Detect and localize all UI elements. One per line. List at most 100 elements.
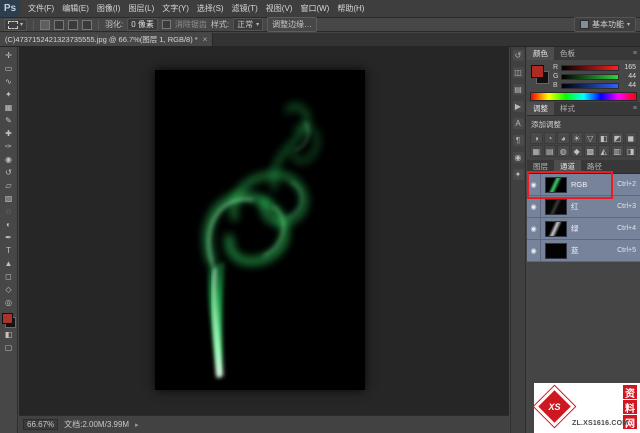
menu-edit[interactable]: 编辑(E) [58, 0, 93, 17]
panel-menu-icon[interactable]: ≡ [630, 105, 640, 112]
zoom-tool[interactable]: ◎ [1, 296, 17, 309]
menu-select[interactable]: 选择(S) [193, 0, 228, 17]
close-icon[interactable]: × [203, 35, 208, 44]
clone-source-panel-icon[interactable]: ◉ [512, 152, 524, 163]
panel-menu-icon[interactable]: ≡ [630, 50, 640, 57]
zoom-level-field[interactable]: 66.67% [23, 419, 59, 430]
adjustment-icon[interactable]: ▦ [530, 145, 543, 157]
paragraph-panel-icon[interactable]: ¶ [512, 135, 524, 146]
adjustment-icon[interactable]: ▽ [584, 132, 597, 144]
tab-adjustments[interactable]: 调整 [527, 102, 554, 115]
tab-color[interactable]: 颜色 [527, 47, 554, 60]
pen-tool[interactable]: ✒ [1, 231, 17, 244]
menu-image[interactable]: 图像(I) [93, 0, 125, 17]
green-slider[interactable] [561, 73, 619, 80]
adjustment-icon[interactable]: ▥ [611, 145, 624, 157]
dodge-tool[interactable]: ◐ [1, 218, 17, 231]
adjustment-icon[interactable]: ◔ [543, 132, 556, 144]
menu-window[interactable]: 窗口(W) [296, 0, 333, 17]
channel-row-red[interactable]: ◉ 红 Ctrl+3 [527, 196, 640, 218]
workspace-switcher-button[interactable]: 基本功能 ▾ [573, 17, 636, 32]
adjustment-icon[interactable]: ☀ [570, 132, 583, 144]
shape-tool[interactable]: ◻ [1, 270, 17, 283]
gradient-tool[interactable]: ▧ [1, 192, 17, 205]
menu-file[interactable]: 文件(F) [24, 0, 58, 17]
clone-stamp-tool[interactable]: ◉ [1, 153, 17, 166]
quick-mask-tool[interactable]: ◧ [1, 328, 17, 341]
document-tab[interactable]: (C)4737152421323735555.jpg @ 66.7%(图层 1,… [0, 33, 214, 46]
tab-layers[interactable]: 图层 [527, 160, 554, 173]
adjustment-icon[interactable]: ◑ [530, 132, 543, 144]
panel-color-swatches[interactable] [531, 63, 549, 90]
tab-paths[interactable]: 路径 [581, 160, 608, 173]
screen-mode-tool[interactable]: ▢ [1, 341, 17, 354]
antialias-checkbox[interactable] [161, 20, 171, 29]
character-panel-icon[interactable]: A [512, 118, 524, 129]
blue-value[interactable]: 44 [622, 82, 636, 89]
navigator-panel-icon[interactable]: ✦ [512, 169, 524, 180]
channel-row-blue[interactable]: ◉ 蓝 Ctrl+5 [527, 240, 640, 262]
blue-slider[interactable] [560, 82, 619, 89]
intersect-selection-icon[interactable] [82, 19, 93, 30]
document-canvas[interactable] [155, 70, 365, 390]
new-selection-icon[interactable] [40, 19, 51, 30]
tab-channels[interactable]: 通道 [554, 160, 581, 173]
actions-panel-icon[interactable]: ▶ [512, 101, 524, 112]
feather-input[interactable]: 0 像素 [127, 18, 158, 31]
brush-tool[interactable]: ✑ [1, 140, 17, 153]
marquee-tool[interactable]: ▭ [1, 62, 17, 75]
channel-row-green[interactable]: ◉ 绿 Ctrl+4 [527, 218, 640, 240]
adjustment-icon[interactable]: ◼ [624, 132, 637, 144]
menu-layer[interactable]: 图层(L) [124, 0, 158, 17]
menu-type[interactable]: 文字(Y) [158, 0, 193, 17]
red-slider[interactable] [561, 64, 619, 71]
adjustment-icon[interactable]: ◩ [611, 132, 624, 144]
refine-edge-button[interactable]: 调整边缘… [267, 17, 318, 32]
tool-preset-dropdown[interactable]: ▾ [4, 18, 28, 31]
hand-tool[interactable]: ◇ [1, 283, 17, 296]
visibility-eye-icon[interactable]: ◉ [527, 174, 541, 195]
color-swatches[interactable] [1, 313, 16, 328]
tab-swatches[interactable]: 色板 [554, 47, 581, 60]
visibility-eye-icon[interactable]: ◉ [527, 196, 541, 217]
add-selection-icon[interactable] [54, 19, 65, 30]
adjustment-icon[interactable]: ◍ [557, 145, 570, 157]
quick-selection-tool[interactable]: ✦ [1, 88, 17, 101]
healing-brush-tool[interactable]: ✚ [1, 127, 17, 140]
info-panel-icon[interactable]: ▤ [512, 84, 524, 95]
path-selection-tool[interactable]: ▲ [1, 257, 17, 270]
adjustment-icon[interactable]: ◆ [570, 145, 583, 157]
green-value[interactable]: 44 [622, 73, 636, 80]
tab-styles[interactable]: 样式 [554, 102, 581, 115]
menu-help[interactable]: 帮助(H) [333, 0, 368, 17]
adjustment-icon[interactable]: ▤ [543, 145, 556, 157]
foreground-color-swatch[interactable] [531, 65, 544, 78]
visibility-eye-icon[interactable]: ◉ [527, 240, 541, 261]
channel-row-rgb[interactable]: ◉ RGB Ctrl+2 [527, 174, 640, 196]
subtract-selection-icon[interactable] [68, 19, 79, 30]
menu-filter[interactable]: 滤镜(T) [228, 0, 262, 17]
adjustment-icon[interactable]: ◨ [624, 145, 637, 157]
history-panel-icon[interactable]: ↺ [512, 50, 524, 61]
blur-tool[interactable]: ◌ [1, 205, 17, 218]
lasso-tool[interactable]: ∿ [1, 75, 17, 88]
red-value[interactable]: 165 [622, 64, 636, 71]
eraser-tool[interactable]: ▱ [1, 179, 17, 192]
type-tool[interactable]: T [1, 244, 17, 257]
status-menu-arrow-icon[interactable]: ▸ [135, 421, 139, 429]
adjustment-icon[interactable]: ◕ [557, 132, 570, 144]
visibility-eye-icon[interactable]: ◉ [527, 218, 541, 239]
ps-logo[interactable]: Ps [0, 0, 20, 17]
adjustment-icon[interactable]: ◭ [597, 145, 610, 157]
color-spectrum-bar[interactable] [530, 92, 637, 101]
menu-view[interactable]: 视图(V) [262, 0, 297, 17]
crop-tool[interactable]: ▦ [1, 101, 17, 114]
foreground-color-swatch[interactable] [1, 313, 13, 324]
adjustment-icon[interactable]: ◧ [597, 132, 610, 144]
move-tool[interactable]: ✛ [1, 49, 17, 62]
adjustment-icon[interactable]: ▩ [584, 145, 597, 157]
properties-panel-icon[interactable]: ◫ [512, 67, 524, 78]
history-brush-tool[interactable]: ↺ [1, 166, 17, 179]
eyedropper-tool[interactable]: ✎ [1, 114, 17, 127]
style-select[interactable]: 正常 ▾ [233, 18, 264, 31]
